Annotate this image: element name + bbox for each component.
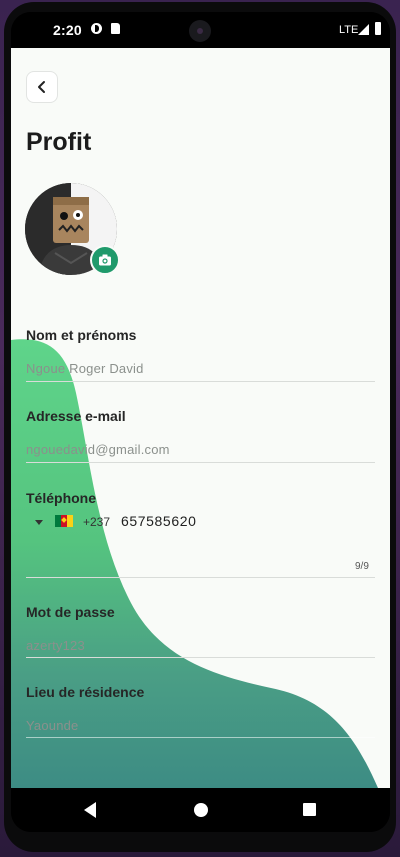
status-bar: 2:20 LTE [11, 12, 390, 48]
circle-app-icon [91, 23, 102, 34]
password-underline [26, 657, 375, 658]
email-underline [26, 462, 375, 463]
password-input[interactable]: azerty123 [26, 638, 85, 653]
profile-screen: Profit Nom et prénoms Ngoue Roger David … [11, 48, 390, 788]
phone-input[interactable]: 657585620 [121, 513, 196, 529]
password-label: Mot de passe [26, 604, 115, 620]
sd-card-icon [111, 23, 120, 34]
nav-back-icon[interactable] [84, 802, 96, 818]
phone-char-counter: 9/9 [355, 561, 369, 572]
nav-home-icon[interactable] [194, 803, 208, 817]
phone-underline [26, 577, 375, 578]
phone-screen: 2:20 LTE Profit Nom et prénoms Ngoue Rog… [11, 12, 390, 832]
email-input[interactable]: ngouedavid@gmail.com [26, 442, 170, 457]
camera-icon [99, 254, 111, 266]
chevron-left-icon [38, 81, 45, 93]
navigation-bar [11, 788, 390, 832]
phone-label: Téléphone [26, 490, 97, 506]
name-input[interactable]: Ngoue Roger David [26, 361, 144, 376]
battery-icon [375, 22, 381, 35]
name-underline [26, 381, 375, 382]
country-dropdown-icon[interactable] [35, 520, 43, 525]
cameroon-flag-icon[interactable] [55, 515, 73, 527]
back-button[interactable] [26, 71, 58, 103]
page-title: Profit [26, 128, 92, 156]
front-camera [189, 20, 211, 42]
residence-input[interactable]: Yaounde [26, 718, 79, 733]
network-type: LTE [339, 24, 359, 36]
name-label: Nom et prénoms [26, 327, 137, 343]
dial-code: +237 [83, 515, 111, 529]
change-photo-button[interactable] [90, 245, 120, 275]
email-label: Adresse e-mail [26, 408, 126, 424]
status-time: 2:20 [53, 22, 82, 38]
signal-icon [358, 24, 369, 35]
nav-recents-icon[interactable] [303, 803, 316, 816]
device-frame: 2:20 LTE Profit Nom et prénoms Ngoue Rog… [0, 0, 400, 857]
residence-label: Lieu de résidence [26, 684, 145, 700]
residence-underline [26, 737, 375, 738]
